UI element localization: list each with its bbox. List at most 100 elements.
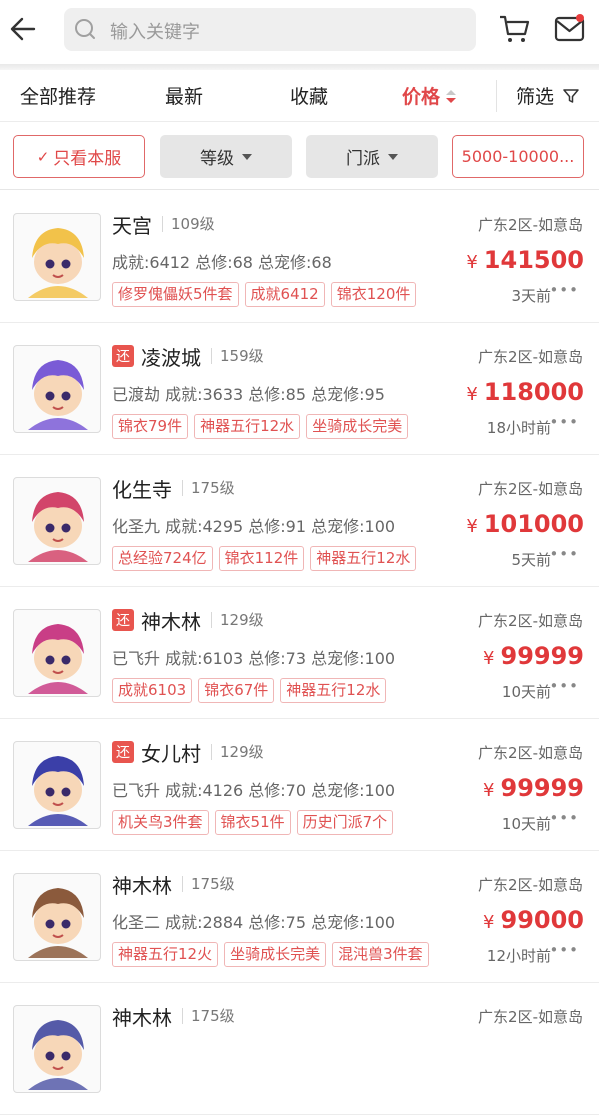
character-stats: 已飞升 成就:6103 总修:73 总宠修:100: [112, 649, 396, 668]
tag-list: 成就6103 锦衣67件 神器五行12水: [112, 678, 392, 703]
server-region: 广东2区-如意岛: [478, 480, 583, 498]
listing-item[interactable]: 还 凌波城 159级 广东2区-如意岛 已渡劫 成就:3633 总修:85 总宠…: [0, 323, 599, 455]
feature-tag: 成就6103: [112, 678, 193, 703]
tab-favorites[interactable]: 收藏: [290, 82, 328, 109]
name-row: 天宫 109级: [112, 211, 215, 238]
price-value: 99999: [500, 642, 585, 670]
listed-time: 18小时前: [486, 419, 551, 437]
character-level: 159级: [211, 348, 264, 364]
more-options-icon[interactable]: •••: [549, 941, 579, 959]
currency-symbol: ¥: [466, 252, 478, 273]
price-value: 99999: [500, 774, 585, 802]
tag-list: 锦衣79件 神器五行12水 坐骑成长完美: [112, 414, 414, 439]
tag-list: 神器五行12火 坐骑成长完美 混沌兽3件套: [112, 942, 435, 967]
more-options-icon[interactable]: •••: [549, 413, 579, 431]
search-bar[interactable]: 输入关键字: [64, 8, 476, 51]
listing-item[interactable]: 神木林 175级 广东2区-如意岛 化圣二 成就:2884 总修:75 总宠修:…: [0, 851, 599, 983]
only-this-server-button[interactable]: ✓ 只看本服: [13, 135, 145, 178]
school-name: 凌波城: [141, 345, 201, 370]
name-row: 化生寺 175级: [112, 475, 235, 502]
tab-all-recommended[interactable]: 全部推荐: [20, 82, 96, 109]
character-level: 175级: [182, 1008, 235, 1024]
listed-time: 3天前: [511, 287, 551, 305]
price-value: 141500: [483, 246, 584, 274]
more-options-icon[interactable]: •••: [549, 545, 579, 563]
school-name: 女儿村: [141, 741, 201, 766]
feature-tag: 机关鸟3件套: [112, 810, 209, 835]
notification-dot: [576, 14, 584, 22]
message-button[interactable]: [553, 12, 587, 44]
character-avatar: [13, 477, 101, 565]
tag-list: 机关鸟3件套 锦衣51件 历史门派7个: [112, 810, 399, 835]
server-region: 广东2区-如意岛: [478, 216, 583, 234]
server-region: 广东2区-如意岛: [478, 744, 583, 762]
feature-tag: 总经验724亿: [112, 546, 213, 571]
server-region: 广东2区-如意岛: [478, 1008, 583, 1026]
listing-item[interactable]: 神木林 175级 广东2区-如意岛: [0, 983, 599, 1115]
tag-list: 修罗傀儡妖5件套 成就6412 锦衣120件: [112, 282, 422, 307]
more-options-icon[interactable]: •••: [549, 281, 579, 299]
price: ¥99999: [483, 774, 584, 802]
tab-filter[interactable]: 筛选: [516, 82, 579, 109]
feature-tag: 成就6412: [244, 282, 325, 307]
character-stats: 化圣二 成就:2884 总修:75 总宠修:100: [112, 913, 396, 932]
school-name: 神木林: [141, 609, 201, 634]
feature-tag: 修罗傀儡妖5件套: [112, 282, 239, 307]
name-row: 还 女儿村 129级: [112, 739, 264, 766]
cart-icon[interactable]: [498, 14, 530, 44]
character-stats: 已飞升 成就:4126 总修:70 总宠修:100: [112, 781, 396, 800]
price: ¥99999: [483, 642, 584, 670]
character-stats: 化圣九 成就:4295 总修:91 总宠修:100: [112, 517, 396, 536]
feature-tag: 锦衣67件: [198, 678, 275, 703]
feature-tag: 神器五行12水: [194, 414, 301, 439]
price-value: 101000: [483, 510, 584, 538]
listing-item[interactable]: 化生寺 175级 广东2区-如意岛 化圣九 成就:4295 总修:91 总宠修:…: [0, 455, 599, 587]
character-stats: 已渡劫 成就:3633 总修:85 总宠修:95: [112, 385, 385, 404]
school-name: 天宫: [112, 213, 152, 238]
more-options-icon[interactable]: •••: [549, 809, 579, 827]
listing-item[interactable]: 还 女儿村 129级 广东2区-如意岛 已飞升 成就:4126 总修:70 总宠…: [0, 719, 599, 851]
character-level: 129级: [211, 612, 264, 628]
character-avatar: [13, 213, 101, 301]
name-row: 还 凌波城 159级: [112, 343, 264, 370]
currency-symbol: ¥: [466, 516, 478, 537]
character-level: 109级: [162, 216, 215, 232]
character-level: 129级: [211, 744, 264, 760]
listed-time: 12小时前: [486, 947, 551, 965]
feature-tag: 锦衣79件: [112, 414, 189, 439]
character-avatar: [13, 609, 101, 697]
top-bar: 输入关键字: [0, 0, 599, 64]
price-value: 99000: [500, 906, 585, 934]
price: ¥118000: [466, 378, 584, 406]
character-avatar: [13, 741, 101, 829]
price: ¥101000: [466, 510, 584, 538]
price-range-filter[interactable]: 5000-10000...: [452, 135, 584, 178]
tab-price[interactable]: 价格: [402, 82, 457, 109]
character-avatar: [13, 1005, 101, 1093]
feature-tag: 混沌兽3件套: [332, 942, 429, 967]
feature-tag: 神器五行12水: [310, 546, 417, 571]
currency-symbol: ¥: [483, 648, 495, 669]
currency-symbol: ¥: [483, 780, 495, 801]
back-arrow-icon[interactable]: [8, 14, 38, 44]
feature-tag: 历史门派7个: [296, 810, 394, 835]
school-dropdown[interactable]: 门派: [306, 135, 438, 178]
price: ¥141500: [466, 246, 584, 274]
currency-symbol: ¥: [483, 912, 495, 933]
listing-item[interactable]: 还 神木林 129级 广东2区-如意岛 已飞升 成就:6103 总修:73 总宠…: [0, 587, 599, 719]
character-avatar: [13, 873, 101, 961]
returned-badge: 还: [112, 741, 134, 763]
filter-bar: ✓ 只看本服 等级 门派 5000-10000...: [0, 122, 599, 190]
tab-latest[interactable]: 最新: [165, 82, 203, 109]
tag-list: 总经验724亿 锦衣112件 神器五行12水: [112, 546, 422, 571]
more-options-icon[interactable]: •••: [549, 677, 579, 695]
currency-symbol: ¥: [466, 384, 478, 405]
listing-item[interactable]: 天宫 109级 广东2区-如意岛 成就:6412 总修:68 总宠修:68 ¥1…: [0, 191, 599, 323]
level-dropdown[interactable]: 等级: [160, 135, 292, 178]
feature-tag: 坐骑成长完美: [306, 414, 409, 439]
search-placeholder: 输入关键字: [110, 22, 200, 43]
check-icon: ✓: [36, 147, 50, 166]
character-stats: 成就:6412 总修:68 总宠修:68: [112, 253, 332, 272]
character-avatar: [13, 345, 101, 433]
sort-tabs: 全部推荐 最新 收藏 价格 筛选: [0, 70, 599, 122]
